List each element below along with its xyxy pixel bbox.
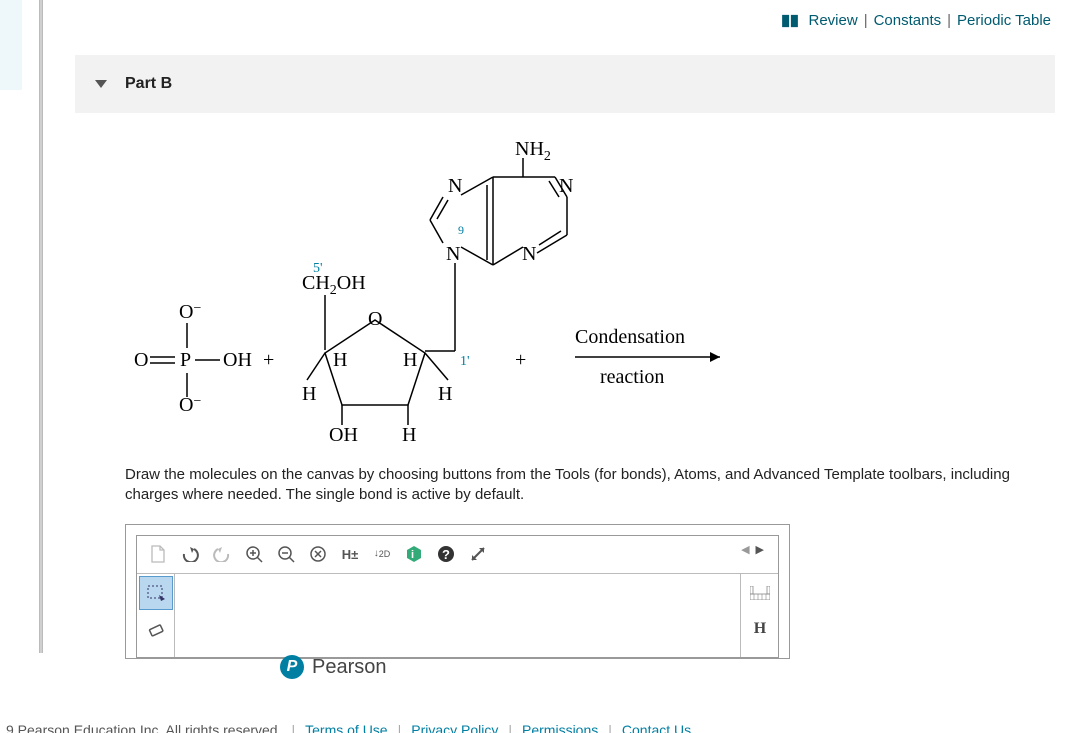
zoom-out-icon[interactable] [271,539,301,569]
svg-text:Condensation: Condensation [575,326,685,348]
svg-text:1': 1' [460,354,470,369]
pearson-name: Pearson [312,656,387,679]
part-header[interactable]: Part B [75,55,1055,113]
svg-text:reaction: reaction [600,366,664,388]
plus-1: + [263,349,274,371]
svg-text:H: H [403,349,417,371]
sugar-ring: O 5' CH2OH H H H H OH H 1' [302,261,470,445]
reaction-arrow: Condensation reaction [575,326,720,388]
plus-2: + [515,349,526,371]
svg-text:O−: O− [179,394,201,416]
pager-next-icon[interactable]: ▶ [754,543,766,556]
hydrogen-atom-button[interactable]: H [743,612,777,646]
left-toolbar [137,574,175,657]
right-toolbar: H [740,574,778,657]
molecule-drawer: H± ↓2D i ? ◀ ▶ H [125,524,790,659]
constants-link[interactable]: Constants [874,12,942,29]
instruction-text: Draw the molecules on the canvas by choo… [125,465,1055,506]
info-icon[interactable]: i [399,539,429,569]
zoom-reset-icon[interactable] [303,539,333,569]
svg-text:NH2: NH2 [515,138,551,164]
new-file-icon[interactable] [143,539,173,569]
privacy-link[interactable]: Privacy Policy [411,722,498,733]
footer-links: 9 Pearson Education Inc. All rights rese… [0,722,1091,733]
help-icon[interactable]: ? [431,539,461,569]
svg-text:P: P [180,349,191,371]
svg-text:H: H [302,383,316,405]
copyright-text: 9 Pearson Education Inc. All rights rese… [6,722,281,733]
left-panel-sliver [0,0,22,90]
terms-link[interactable]: Terms of Use [305,722,387,733]
svg-text:O: O [368,308,382,330]
zoom-in-icon[interactable] [239,539,269,569]
phosphate-group: O− O− O P OH [134,301,252,416]
svg-text:OH: OH [329,424,358,445]
toolbar-pager: ◀ ▶ [739,543,766,556]
top-links: Review | Constants | Periodic Table [781,12,1052,29]
svg-text:N: N [446,243,460,265]
caret-down-icon [95,80,107,88]
contact-link[interactable]: Contact Us [622,722,691,733]
redo-icon[interactable] [207,539,237,569]
svg-text:H: H [438,383,452,405]
svg-text:H: H [402,424,416,445]
purine-base: N 9 N N N NH2 [430,138,573,265]
undo-icon[interactable] [175,539,205,569]
part-label: Part B [125,75,172,93]
periodic-grid-icon[interactable] [743,576,777,610]
reaction-diagram: O− O− O P OH + O 5' CH2OH [125,125,745,445]
review-link[interactable]: Review [809,12,858,29]
pager-prev-icon[interactable]: ◀ [739,543,751,556]
fullscreen-icon[interactable] [463,539,493,569]
svg-text:i: i [411,549,414,561]
svg-text:?: ? [442,547,450,562]
permissions-link[interactable]: Permissions [522,722,598,733]
svg-text:9: 9 [458,223,464,237]
svg-text:O−: O− [179,301,201,323]
svg-text:OH: OH [223,349,252,371]
svg-text:N: N [522,243,536,265]
periodic-table-link[interactable]: Periodic Table [957,12,1051,29]
svg-text:H: H [333,349,347,371]
book-icon [781,14,799,28]
pearson-brand: P Pearson [280,655,387,679]
separator: | [947,12,951,29]
pearson-logo-icon: P [280,655,304,679]
vertical-divider [39,0,43,653]
eraser-tool-icon[interactable] [139,612,173,646]
svg-text:O: O [134,349,148,371]
2d-button[interactable]: ↓2D [367,539,397,569]
svg-text:CH2OH: CH2OH [302,272,366,298]
charge-button[interactable]: H± [335,539,365,569]
svg-text:N: N [448,175,462,197]
separator: | [864,12,868,29]
marquee-tool-icon[interactable] [139,576,173,610]
drawing-canvas[interactable] [175,574,740,657]
top-toolbar: H± ↓2D i ? ◀ ▶ [137,536,778,574]
